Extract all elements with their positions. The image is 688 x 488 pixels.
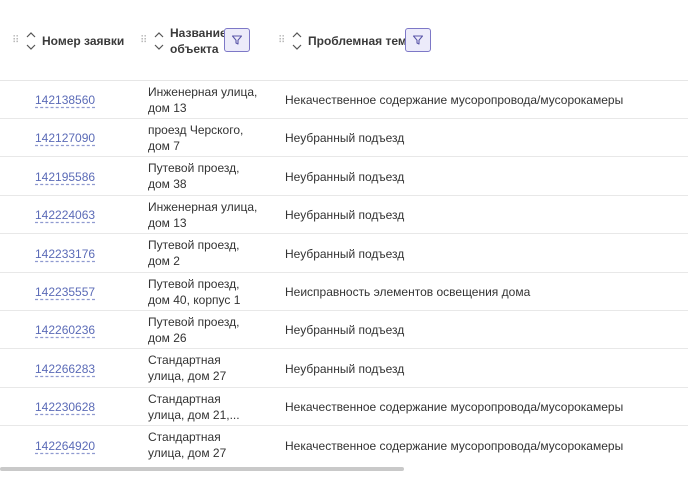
table-row[interactable]: 142138560 Инженерная улица, дом 13 Некач…: [0, 81, 688, 119]
column-label-line2: объекта: [170, 41, 219, 56]
problem-topic-cell: Неисправность элементов освещения дома: [285, 285, 531, 299]
table-row[interactable]: 142195586 Путевой проезд, дом 38 Неубран…: [0, 157, 688, 196]
drag-handle-icon[interactable]: ⠿: [140, 35, 150, 46]
problem-topic-cell: Неубранный подъезд: [285, 170, 405, 184]
object-name-cell: Инженерная улица, дом 13: [148, 200, 258, 230]
table-row[interactable]: 142264920 Стандартная улица, дом 27 Нека…: [0, 426, 688, 465]
object-name-cell: Инженерная улица, дом 13: [148, 85, 258, 115]
object-name-cell: Путевой проезд, дом 2: [148, 238, 240, 268]
request-number-link[interactable]: 142235557: [35, 285, 95, 299]
object-name-cell: Стандартная улица, дом 27: [148, 353, 227, 383]
column-label: Проблемная тема: [308, 33, 414, 48]
request-number-link[interactable]: 142266283: [35, 362, 95, 376]
request-number-link[interactable]: 142138560: [35, 93, 95, 107]
request-number-link[interactable]: 142224063: [35, 208, 95, 222]
column-label: Название объекта: [170, 25, 227, 57]
column-header-object-name[interactable]: ⠿ Название объекта: [140, 0, 227, 81]
table-row[interactable]: 142235557 Путевой проезд, дом 40, корпус…: [0, 273, 688, 311]
problem-topic-cell: Неубранный подъезд: [285, 247, 405, 261]
request-number-link[interactable]: 142264920: [35, 439, 95, 453]
table-row[interactable]: 142266283 Стандартная улица, дом 27 Неуб…: [0, 349, 688, 388]
problem-topic-cell: Некачественное содержание мусоропровода/…: [285, 439, 624, 453]
horizontal-scrollbar-thumb[interactable]: [0, 467, 404, 471]
object-name-cell: проезд Черского, дом 7: [148, 123, 244, 153]
object-name-cell: Стандартная улица, дом 27: [148, 430, 227, 460]
problem-topic-cell: Некачественное содержание мусоропровода/…: [285, 93, 624, 107]
sort-arrows-icon[interactable]: [290, 30, 304, 52]
request-number-link[interactable]: 142127090: [35, 131, 95, 145]
column-label-line1: Название: [170, 25, 227, 40]
object-name-cell: Путевой проезд, дом 38: [148, 161, 240, 191]
problem-topic-cell: Неубранный подъезд: [285, 131, 405, 145]
column-header-problem-topic[interactable]: ⠿ Проблемная тема: [278, 0, 413, 81]
problem-topic-cell: Неубранный подъезд: [285, 362, 405, 376]
drag-handle-icon[interactable]: ⠿: [12, 35, 22, 46]
request-number-link[interactable]: 142195586: [35, 170, 95, 184]
problem-topic-cell: Неубранный подъезд: [285, 323, 405, 337]
table-row[interactable]: 142230628 Стандартная улица, дом 21,... …: [0, 388, 688, 426]
filter-funnel-icon: [412, 35, 424, 45]
request-number-link[interactable]: 142260236: [35, 323, 95, 337]
request-number-link[interactable]: 142230628: [35, 400, 95, 414]
table-row[interactable]: 142233176 Путевой проезд, дом 2 Неубранн…: [0, 234, 688, 273]
filter-button-problem-topic[interactable]: [405, 28, 431, 52]
table-header: ⠿ Номер заявки ⠿ Название объекта ⠿ Проб…: [0, 0, 688, 81]
table-row[interactable]: 142260236 Путевой проезд, дом 26 Неубран…: [0, 311, 688, 349]
drag-handle-icon[interactable]: ⠿: [278, 35, 288, 46]
filter-funnel-icon: [231, 35, 243, 45]
problem-topic-cell: Неубранный подъезд: [285, 208, 405, 222]
object-name-cell: Путевой проезд, дом 26: [148, 315, 240, 345]
table-row[interactable]: 142224063 Инженерная улица, дом 13 Неубр…: [0, 196, 688, 234]
column-label: Номер заявки: [42, 33, 125, 48]
problem-topic-cell: Некачественное содержание мусоропровода/…: [285, 400, 624, 414]
request-number-link[interactable]: 142233176: [35, 247, 95, 261]
sort-arrows-icon[interactable]: [24, 30, 38, 52]
table-row[interactable]: 142127090 проезд Черского, дом 7 Неубран…: [0, 119, 688, 157]
sort-arrows-icon[interactable]: [152, 30, 166, 52]
object-name-cell: Путевой проезд, дом 40, корпус 1: [148, 277, 241, 307]
object-name-cell: Стандартная улица, дом 21,...: [148, 392, 240, 422]
column-header-request-number[interactable]: ⠿ Номер заявки: [12, 0, 124, 81]
filter-button-object-name[interactable]: [224, 28, 250, 52]
